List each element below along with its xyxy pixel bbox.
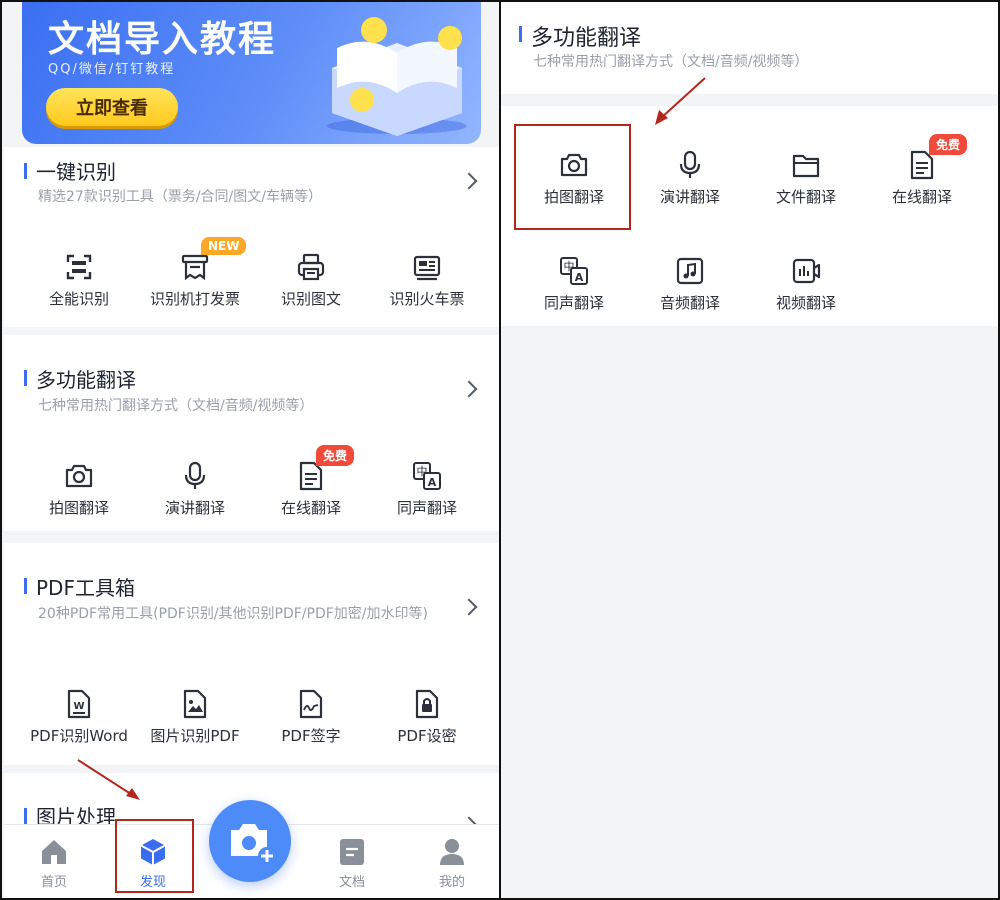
- recognition-subtitle: 精选27款识别工具（票务/合同/图文/车辆等）: [38, 189, 322, 205]
- folder-icon: [792, 154, 820, 178]
- tool-simultaneous-translate[interactable]: 中 A 同声翻译: [369, 461, 485, 518]
- tool-label: PDF设密: [397, 727, 457, 745]
- tool-label: 文件翻译: [775, 188, 836, 206]
- tool-pdf-sign[interactable]: PDF签字: [253, 689, 369, 746]
- svg-text:A: A: [575, 271, 584, 284]
- tool-image-to-pdf[interactable]: 图片识别PDF: [137, 689, 253, 746]
- tool-audio-translate[interactable]: 音频翻译: [632, 256, 748, 313]
- tool-label: 识别火车票: [389, 290, 465, 308]
- tool-label: 视频翻译: [775, 294, 836, 312]
- translation-header-card: 多功能翻译 七种常用热门翻译方式（文档/音频/视频等）: [501, 2, 998, 94]
- new-badge: NEW: [201, 237, 247, 255]
- highlight-box-photo-translate: [514, 124, 631, 230]
- video-chart-icon: [792, 258, 821, 284]
- tool-label: 图片识别PDF: [150, 727, 240, 745]
- tab-home[interactable]: 首页: [19, 837, 89, 890]
- tool-label: 演讲翻译: [659, 188, 720, 206]
- tool-invoice-recognition[interactable]: 识别机打发票: [137, 252, 253, 309]
- tutorial-banner[interactable]: 文档导入教程 QQ/微信/钉钉教程 立即查看: [22, 2, 481, 144]
- user-icon: [440, 839, 464, 865]
- invoice-icon: [181, 254, 209, 281]
- document-icon: [340, 839, 364, 865]
- printer-scan-icon: [297, 253, 325, 281]
- pdf-toolbox-card: PDF工具箱 20种PDF常用工具(PDF识别/其他识别PDF/PDF加密/加水…: [4, 543, 499, 765]
- tab-label: 首页: [40, 875, 67, 890]
- tool-label: 音频翻译: [659, 294, 720, 312]
- scan-icon: [66, 254, 92, 280]
- ticket-icon: [413, 255, 441, 281]
- section-accent-bar: [24, 163, 27, 179]
- camera-scan-button[interactable]: [209, 800, 291, 882]
- tool-label: 在线翻译: [891, 188, 952, 206]
- tool-label: 演讲翻译: [164, 499, 225, 517]
- tool-train-ticket-recognition[interactable]: 识别火车票: [369, 252, 485, 309]
- banner-subtitle: QQ/微信/钉钉教程: [48, 62, 176, 77]
- tab-label: 文档: [338, 875, 365, 890]
- translation-subtitle: 七种常用热门翻译方式（文档/音频/视频等）: [38, 398, 314, 414]
- tool-label: 同声翻译: [396, 499, 457, 517]
- image-doc-icon: [183, 689, 207, 719]
- tool-image-text-recognition[interactable]: 识别图文: [253, 252, 369, 309]
- lock-doc-icon: [415, 689, 439, 719]
- translation-title: 多功能翻译: [531, 26, 642, 51]
- tool-label: 识别机打发票: [149, 290, 240, 308]
- section-accent-bar: [24, 578, 27, 594]
- tool-speech-translate[interactable]: 演讲翻译: [137, 461, 253, 518]
- chevron-right-icon[interactable]: [460, 380, 478, 398]
- tool-speech-translate[interactable]: 演讲翻译: [632, 150, 748, 207]
- tool-photo-translate[interactable]: 拍图翻译: [21, 461, 137, 518]
- zh-a-translate-icon: 中 A: [560, 257, 588, 285]
- recognition-card: 一键识别 精选27款识别工具（票务/合同/图文/车辆等） 全能识别 识别机打发票…: [4, 147, 499, 327]
- tool-online-translate[interactable]: 在线翻译: [253, 461, 369, 518]
- tab-label: 我的: [438, 875, 465, 890]
- music-note-icon: [676, 257, 704, 285]
- free-badge: 免费: [929, 134, 968, 155]
- svg-text:A: A: [428, 476, 437, 489]
- tool-file-translate[interactable]: 文件翻译: [748, 150, 864, 207]
- tool-pdf-to-word[interactable]: W PDF识别Word: [21, 689, 137, 746]
- tab-documents[interactable]: 文档: [317, 837, 387, 890]
- tool-all-recognition[interactable]: 全能识别: [21, 252, 137, 309]
- tool-label: PDF签字: [281, 727, 341, 745]
- tool-label: PDF识别Word: [30, 727, 128, 745]
- microphone-icon: [184, 461, 206, 489]
- chevron-right-icon[interactable]: [460, 598, 478, 616]
- section-accent-bar: [24, 370, 27, 386]
- tool-label: 全能识别: [48, 290, 109, 308]
- annotation-arrow-icon: [77, 759, 140, 800]
- camera-plus-icon: [231, 824, 276, 865]
- highlight-box-discover: [115, 819, 194, 893]
- tab-profile[interactable]: 我的: [417, 837, 487, 890]
- recognition-title: 一键识别: [36, 160, 116, 184]
- word-doc-icon: W: [67, 689, 91, 719]
- panel-divider: [499, 0, 501, 900]
- zh-a-translate-icon: 中 A: [413, 462, 441, 490]
- tool-label: 同声翻译: [543, 294, 604, 312]
- svg-text:W: W: [73, 701, 84, 712]
- chevron-right-icon[interactable]: [460, 172, 478, 190]
- home-icon: [42, 840, 66, 864]
- signature-icon: [299, 689, 323, 719]
- microphone-icon: [679, 150, 701, 178]
- tool-video-translate[interactable]: 视频翻译: [748, 256, 864, 313]
- tool-online-translate[interactable]: 在线翻译: [864, 150, 980, 207]
- annotation-arrow-icon: [655, 77, 706, 125]
- pdf-subtitle: 20种PDF常用工具(PDF识别/其他识别PDF/PDF加密/加水印等): [38, 606, 428, 622]
- camera-icon: [65, 464, 93, 488]
- tool-label: 拍图翻译: [48, 499, 109, 517]
- free-badge: 免费: [316, 445, 355, 466]
- section-accent-bar: [24, 808, 27, 824]
- tool-pdf-encrypt[interactable]: PDF设密: [369, 689, 485, 746]
- translation-title: 多功能翻译: [36, 368, 136, 392]
- section-accent-bar: [519, 26, 522, 42]
- tool-simultaneous-translate[interactable]: 中 A 同声翻译: [516, 256, 632, 313]
- pdf-title: PDF工具箱: [36, 576, 135, 600]
- tool-label: 识别图文: [280, 290, 341, 308]
- view-now-button[interactable]: 立即查看: [46, 88, 178, 126]
- translation-subtitle: 七种常用热门翻译方式（文档/音频/视频等）: [533, 54, 809, 70]
- banner-title: 文档导入教程: [48, 19, 277, 60]
- open-book-illustration-icon: [327, 17, 467, 136]
- tool-label: 在线翻译: [280, 499, 341, 517]
- translation-card: 多功能翻译 七种常用热门翻译方式（文档/音频/视频等） 拍图翻译 演讲翻译 在线…: [4, 335, 499, 531]
